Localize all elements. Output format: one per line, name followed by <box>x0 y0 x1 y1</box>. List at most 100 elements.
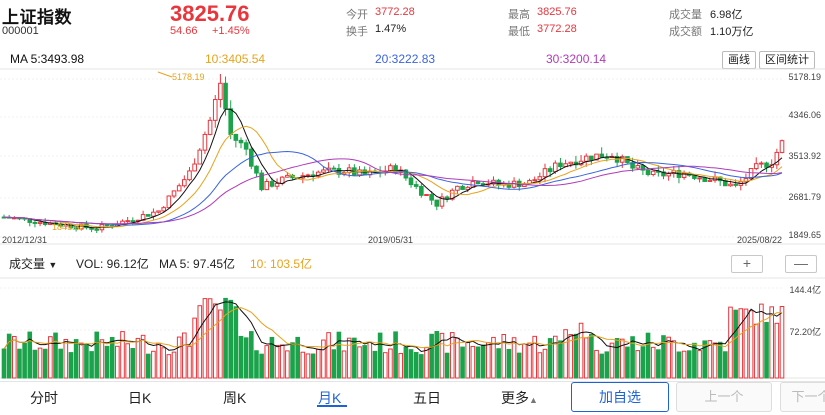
volume-bar <box>305 353 311 379</box>
volume-bar <box>403 346 409 379</box>
prev-stock-button[interactable]: 上一个 <box>676 382 772 412</box>
volume-bar <box>578 322 584 379</box>
tab-daily-k[interactable]: 日K <box>128 388 151 408</box>
volume-bar <box>1 348 7 379</box>
volume-bar <box>321 339 326 379</box>
max-annotation-leader <box>157 71 173 78</box>
candle-body <box>475 181 481 185</box>
volume-bar <box>156 342 161 379</box>
candle-body <box>176 185 182 192</box>
volume-bar <box>22 342 27 379</box>
volume-bar <box>666 336 671 379</box>
volume-bar <box>300 351 306 379</box>
volume-bar <box>465 341 471 379</box>
volume-bar <box>537 352 543 379</box>
volume-bar <box>656 349 661 379</box>
candle-body <box>434 199 440 207</box>
volume-bar <box>388 348 393 379</box>
volume-bar <box>542 348 548 379</box>
zoom-in-button[interactable]: + <box>731 255 763 273</box>
next-stock-button[interactable]: 下一个 <box>780 382 825 412</box>
volume-bar <box>84 343 89 379</box>
volume-bar <box>444 352 450 379</box>
volume-bar <box>382 352 388 379</box>
volume-bar <box>115 345 120 379</box>
kline-chart[interactable] <box>0 0 825 382</box>
vol-ma5: MA 5: 97.45亿 <box>159 257 236 271</box>
volume-bar <box>413 352 419 379</box>
candle-body <box>269 181 275 187</box>
ma10-line <box>3 125 783 228</box>
volume-bar <box>166 354 172 379</box>
max-annotation: 5178.19 <box>172 72 205 82</box>
volume-bar <box>357 346 362 379</box>
volume-bar <box>372 350 378 379</box>
volume-bar <box>187 345 192 379</box>
volume-bar <box>625 346 630 379</box>
volume-bar <box>712 342 718 379</box>
candle-body <box>254 165 259 174</box>
volume-bar <box>346 337 352 379</box>
volume-bar <box>594 349 599 379</box>
candle-body <box>568 161 574 165</box>
volume-bar <box>738 308 744 379</box>
candle-body <box>413 184 419 187</box>
volume-bar <box>109 336 115 379</box>
zoom-out-button[interactable]: — <box>785 255 817 273</box>
candle-body <box>202 133 208 151</box>
vol-value: VOL: 96.12亿 <box>76 257 149 271</box>
add-to-watchlist-button[interactable]: 加自选 <box>571 382 669 412</box>
tab-weekly-k[interactable]: 周K <box>223 388 246 408</box>
candle-body <box>599 153 604 158</box>
volume-bar <box>135 337 141 379</box>
volume-bar <box>717 341 723 379</box>
volume-bar <box>94 331 100 379</box>
volume-bar <box>279 344 285 379</box>
date-end: 2025/08/22 <box>737 235 783 245</box>
candle-body <box>243 142 249 150</box>
candle-body <box>305 174 311 177</box>
volume-bar <box>249 331 254 379</box>
candle-body <box>547 168 553 173</box>
volume-bar <box>764 321 769 379</box>
candle-body <box>552 162 558 173</box>
volume-bar <box>151 350 156 379</box>
vol-ma10: 10: 103.5亿 <box>250 257 313 271</box>
volume-bar <box>645 332 651 379</box>
candle-body <box>104 224 110 227</box>
candle-body <box>542 168 548 178</box>
volume-bar <box>769 306 774 379</box>
tab-more[interactable]: 更多▲ <box>501 388 538 408</box>
volume-bar <box>496 348 501 379</box>
candle-body <box>166 195 172 209</box>
volume-axis-tick: 144.4亿 <box>789 285 821 295</box>
volume-bar <box>676 351 682 379</box>
date-mid: 2019/05/31 <box>368 235 414 245</box>
candle-body <box>94 228 100 231</box>
volume-bar <box>455 337 460 379</box>
volume-bar <box>367 341 373 379</box>
tab-intraday[interactable]: 分时 <box>30 388 58 408</box>
candle-body <box>233 133 239 141</box>
candle-body <box>759 162 764 165</box>
volume-bar <box>671 340 677 379</box>
volume-bar <box>475 346 481 379</box>
volume-bar <box>449 332 455 379</box>
volume-bar <box>583 337 589 379</box>
candle-body <box>187 170 192 181</box>
volume-bar <box>171 351 177 379</box>
volume-bar <box>37 347 43 379</box>
volume-bar <box>604 351 610 379</box>
tab-five-day[interactable]: 五日 <box>413 388 441 408</box>
volume-bar <box>145 353 151 379</box>
volume-bar <box>53 332 58 379</box>
candle-body <box>635 165 641 169</box>
active-tab-indicator <box>317 405 347 407</box>
candle-body <box>274 182 280 187</box>
volume-bar <box>295 336 300 379</box>
candle-body <box>145 214 151 217</box>
candle-body <box>223 82 228 110</box>
volume-bar <box>759 303 764 379</box>
indicator-select[interactable]: 成交量 ▼ <box>9 255 57 272</box>
candle-body <box>130 220 136 223</box>
